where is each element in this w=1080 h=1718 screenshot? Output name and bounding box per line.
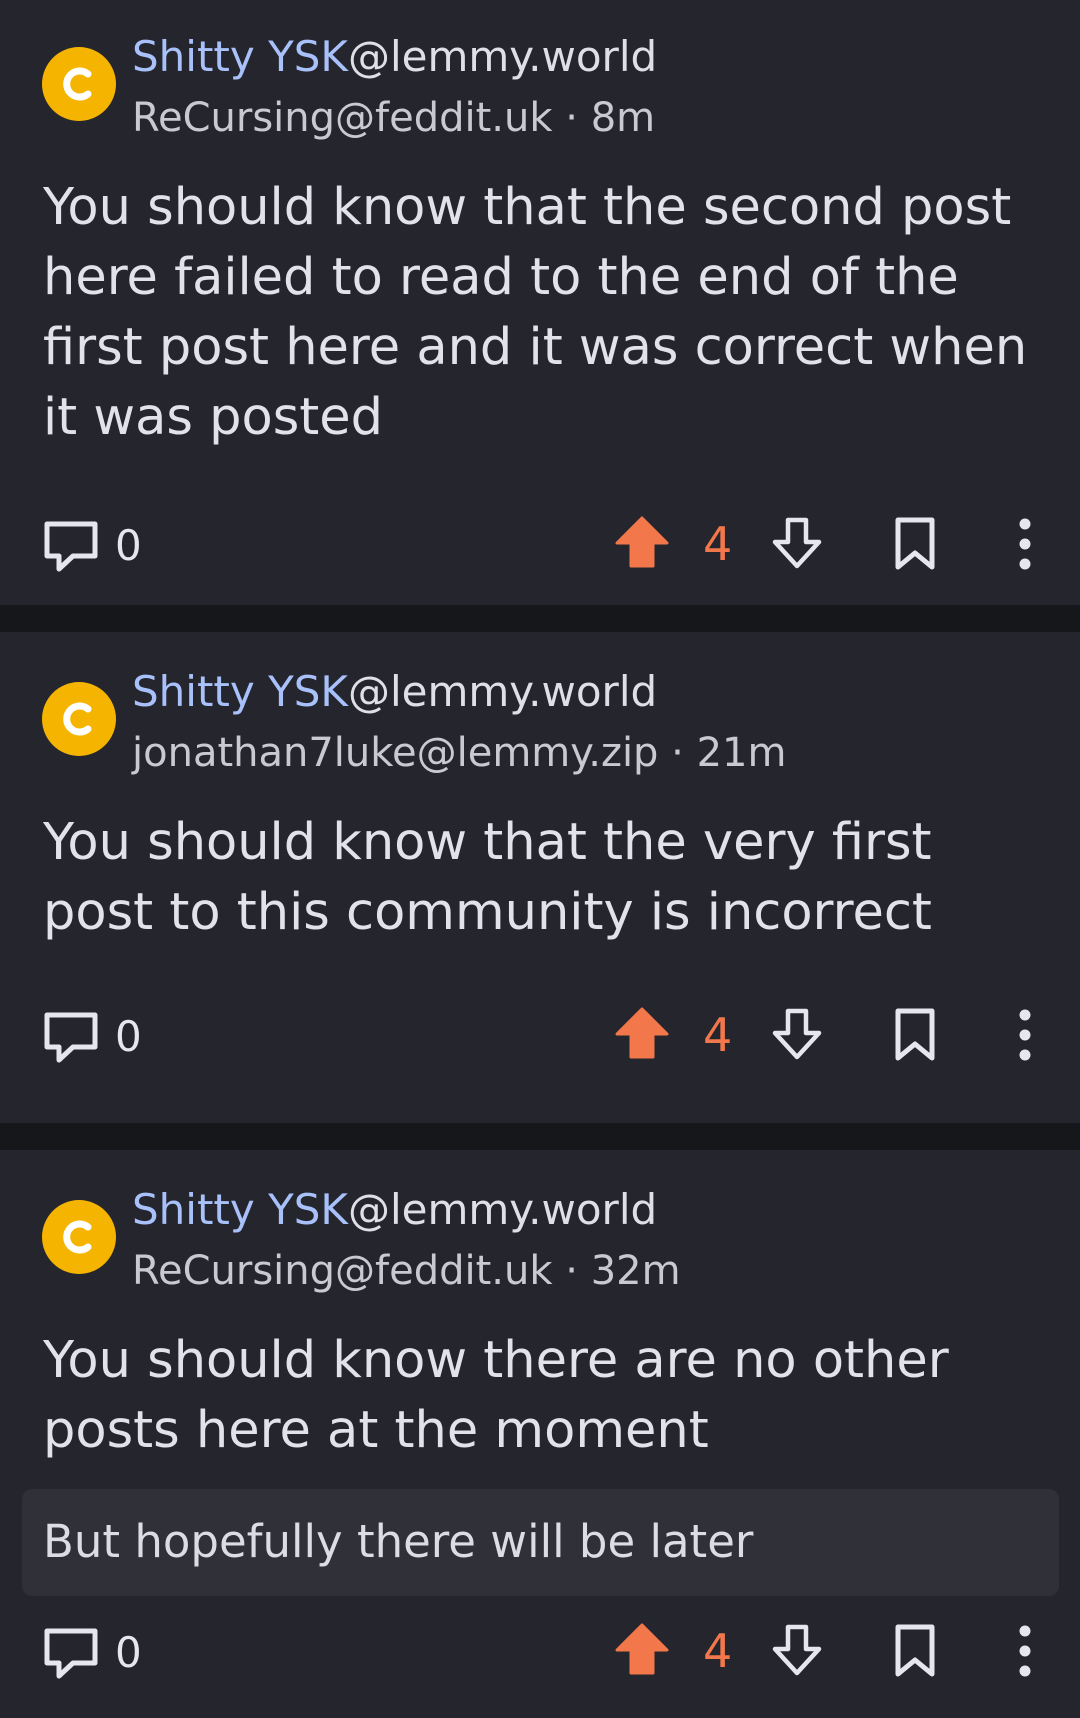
bookmark-icon [895,1624,935,1677]
meta-separator: · [671,730,684,776]
comments-button[interactable]: 0 [43,1007,153,1067]
comment-count: 0 [115,521,142,570]
downvote-button[interactable] [771,1623,823,1677]
score: 4 [703,1624,733,1678]
community-link[interactable]: Shitty YSK@lemmy.world [132,1185,657,1235]
upvote-arrow-icon [615,1007,669,1059]
upvote-button[interactable] [615,1621,669,1677]
upvote-arrow-icon [615,1623,669,1675]
post-meta: jonathan7luke@lemmy.zip · 21m [132,728,786,778]
upvote-arrow-icon [615,516,669,568]
post-feed: Shitty YSK@lemmy.world ReCursing@feddit.… [0,0,1080,1718]
downvote-arrow-icon [772,517,822,569]
post-age: 21m [696,730,787,776]
community-avatar[interactable] [42,47,116,121]
downvote-arrow-icon [772,1008,822,1060]
post-title[interactable]: You should know that the second post her… [43,173,1043,453]
author-name[interactable]: jonathan7luke@lemmy.zip [132,730,658,776]
comment-count: 0 [115,1628,142,1677]
bookmark-icon [895,517,935,570]
comments-button[interactable]: 0 [43,516,153,576]
save-button[interactable] [893,1623,937,1679]
community-link[interactable]: Shitty YSK@lemmy.world [132,32,657,82]
save-button[interactable] [893,1007,937,1063]
score: 4 [703,1008,733,1062]
community-avatar[interactable] [42,682,116,756]
community-avatar-icon [63,67,92,101]
more-options-button[interactable] [1008,1005,1042,1065]
post-actions: 0 4 [0,1611,1080,1691]
more-options-button[interactable] [1008,514,1042,574]
community-instance[interactable]: @lemmy.world [348,667,657,716]
more-vertical-icon [1019,518,1031,570]
meta-separator: · [565,1248,578,1294]
comments-button[interactable]: 0 [43,1623,153,1683]
save-button[interactable] [893,516,937,572]
downvote-button[interactable] [771,1007,823,1061]
community-link[interactable]: Shitty YSK@lemmy.world [132,667,657,717]
community-instance[interactable]: @lemmy.world [348,1185,657,1234]
bookmark-icon [895,1008,935,1061]
community-instance[interactable]: @lemmy.world [348,32,657,81]
comment-icon [44,1628,98,1679]
community-avatar[interactable] [42,1200,116,1274]
community-name[interactable]: Shitty YSK [132,32,348,81]
more-options-button[interactable] [1008,1621,1042,1681]
author-name[interactable]: ReCursing@feddit.uk [132,1248,553,1294]
post-meta: ReCursing@feddit.uk · 8m [132,93,655,143]
meta-separator: · [565,95,578,141]
post-age: 8m [590,95,656,141]
upvote-button[interactable] [615,514,669,570]
post-actions: 0 4 [0,995,1080,1075]
post-body-preview[interactable]: But hopefully there will be later [22,1489,1059,1596]
post-age: 32m [590,1248,681,1294]
post-title[interactable]: You should know there are no other posts… [43,1326,1043,1466]
downvote-button[interactable] [771,516,823,570]
post-meta: ReCursing@feddit.uk · 32m [132,1246,681,1296]
post-card[interactable]: Shitty YSK@lemmy.world ReCursing@feddit.… [0,1150,1080,1718]
community-avatar-icon [63,702,92,736]
post-title[interactable]: You should know that the very first post… [43,808,1043,948]
comment-icon [44,1012,98,1063]
comment-icon [44,521,98,572]
upvote-button[interactable] [615,1005,669,1061]
author-name[interactable]: ReCursing@feddit.uk [132,95,553,141]
score: 4 [703,517,733,571]
post-body-text: But hopefully there will be later [43,1515,754,1568]
community-name[interactable]: Shitty YSK [132,1185,348,1234]
downvote-arrow-icon [772,1624,822,1676]
more-vertical-icon [1019,1625,1031,1677]
more-vertical-icon [1019,1009,1031,1061]
comment-count: 0 [115,1012,142,1061]
post-card[interactable]: Shitty YSK@lemmy.world jonathan7luke@lem… [0,632,1080,1123]
community-name[interactable]: Shitty YSK [132,667,348,716]
post-actions: 0 4 [0,504,1080,584]
post-card[interactable]: Shitty YSK@lemmy.world ReCursing@feddit.… [0,0,1080,605]
community-avatar-icon [63,1220,92,1254]
